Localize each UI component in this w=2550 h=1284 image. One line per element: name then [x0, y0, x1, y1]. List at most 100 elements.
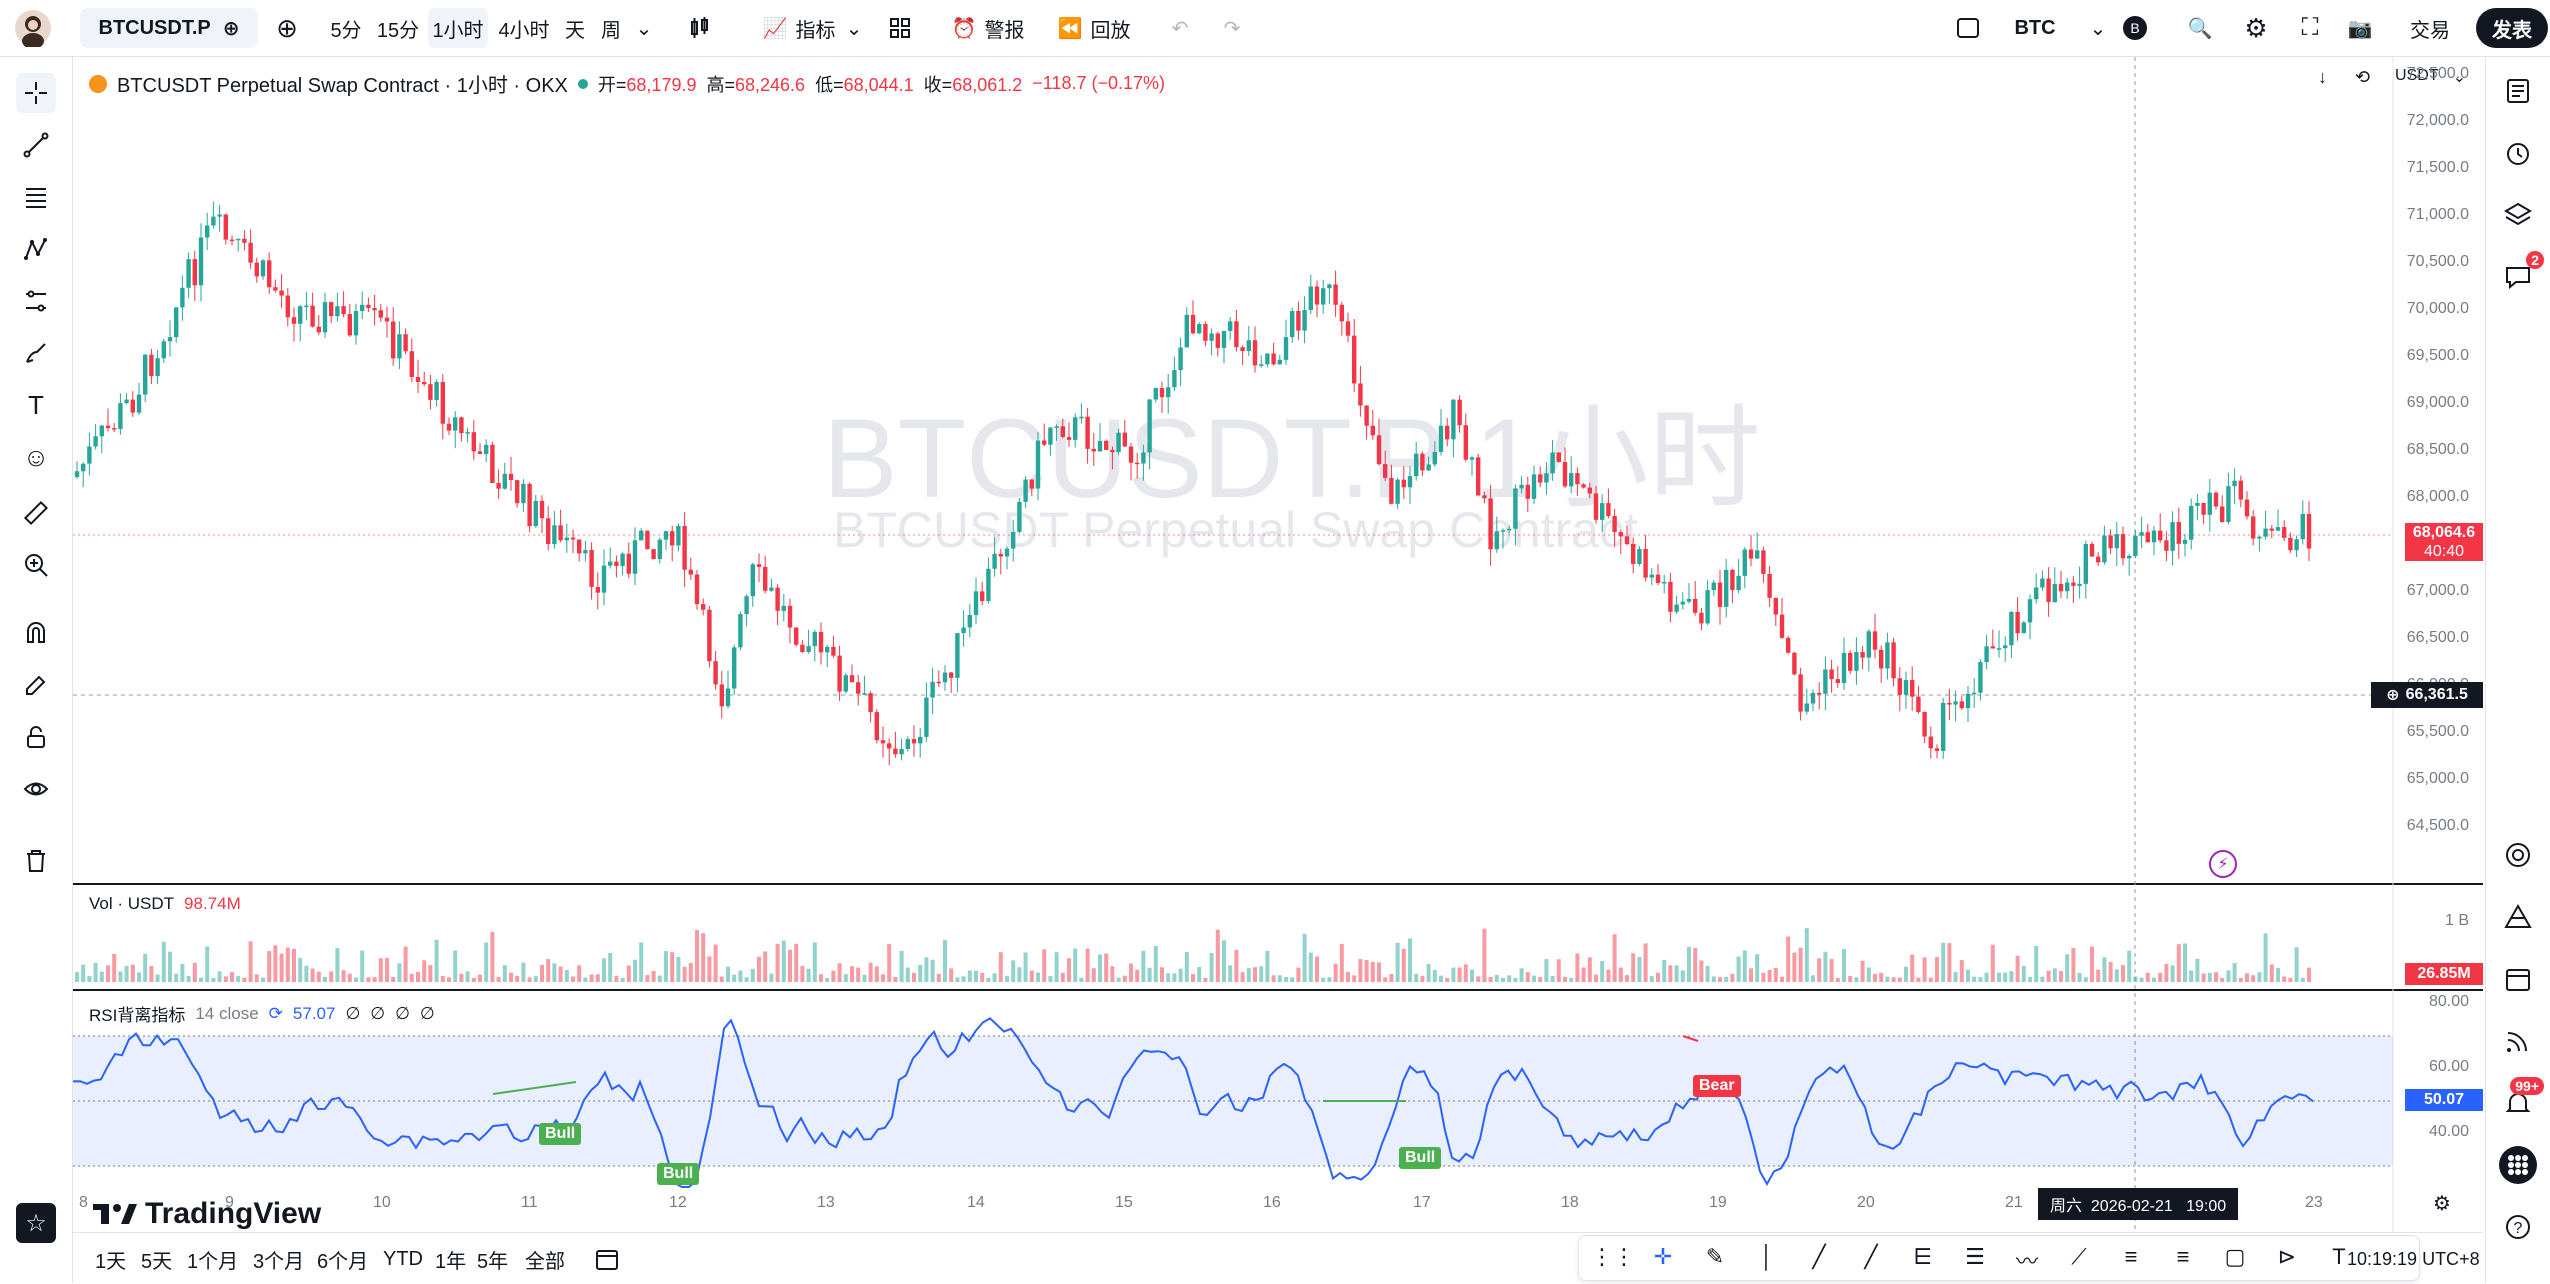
compare-icon[interactable]: ⊕ [223, 16, 240, 41]
layout-square-icon[interactable] [1950, 8, 1986, 48]
range-1d[interactable]: 1天 [95, 1243, 126, 1275]
range-ytd[interactable]: YTD [383, 1243, 423, 1275]
alerts-clock-icon[interactable] [2498, 133, 2538, 173]
parallel-channel-icon[interactable]: ≡ [2163, 1244, 2203, 1270]
currency-selector[interactable]: BTC [2010, 8, 2060, 48]
drag-handle-icon[interactable]: ⋮⋮ [1591, 1244, 1635, 1270]
chevron-down-icon[interactable]: ⌄ [630, 8, 658, 48]
trend-line-icon[interactable]: ╱ [1799, 1244, 1839, 1270]
range-3m[interactable]: 3个月 [253, 1243, 304, 1275]
undo-icon[interactable]: ↶ [1162, 8, 1198, 48]
zoom-in-icon[interactable] [16, 545, 56, 585]
rectangle-icon[interactable]: ▢ [2215, 1244, 2255, 1270]
range-6m[interactable]: 6个月 [317, 1243, 368, 1275]
download-icon[interactable]: ↓ [2318, 67, 2327, 88]
pencil-lock-icon[interactable] [16, 665, 56, 705]
symbol-search-button[interactable]: BTCUSDT.P ⊕ [80, 8, 258, 48]
user-avatar[interactable] [10, 8, 56, 48]
ruler-icon[interactable] [16, 493, 56, 533]
replay-button[interactable]: ⏪ 回放 [1052, 8, 1136, 48]
trash-icon[interactable] [16, 841, 56, 881]
brush-icon[interactable]: ✎ [1695, 1244, 1735, 1270]
pattern-icon[interactable] [16, 229, 56, 269]
fib-icon[interactable]: ☰ [1955, 1244, 1995, 1270]
help-icon[interactable]: ? [2498, 1207, 2538, 1247]
clock-label[interactable]: 10:19:19 UTC+8 [2347, 1243, 2480, 1275]
range-5d[interactable]: 5天 [141, 1243, 172, 1275]
range-1y[interactable]: 1年 [435, 1243, 466, 1275]
brush-icon[interactable] [16, 333, 56, 373]
chat-icon[interactable]: 2 [2498, 251, 2544, 297]
interval-1w[interactable]: 周 [594, 8, 628, 48]
trend-line-icon[interactable] [16, 125, 56, 165]
interval-5m[interactable]: 5分 [325, 8, 367, 48]
close-label: 收= [923, 74, 953, 95]
volume-bar [161, 941, 166, 982]
settings-gear-icon[interactable]: ⚙ [2236, 8, 2276, 48]
crosshair-icon[interactable] [16, 73, 56, 113]
watchlist-icon[interactable] [2498, 71, 2538, 111]
redo-icon[interactable]: ↷ [1214, 8, 1250, 48]
text-tool-icon[interactable]: T [16, 385, 56, 425]
interval-4h[interactable]: 4小时 [494, 8, 554, 48]
pyramid-icon[interactable] [2498, 897, 2538, 937]
interval-1h[interactable]: 1小时 [428, 8, 488, 48]
publish-button[interactable]: 发表 [2476, 8, 2548, 48]
chart-canvas[interactable]: BTCUSDT.P 1小时 BTCUSDT Perpetual Swap Con… [73, 57, 2483, 1232]
volume-legend[interactable]: Vol · USDT 98.74M [89, 894, 241, 914]
layers-icon[interactable] [2498, 195, 2538, 235]
volume-bar [1377, 962, 1381, 982]
rsi-legend[interactable]: RSI背离指标 14 close ⟳ 57.07 ∅ ∅ ∅ ∅ [89, 1001, 435, 1026]
chart-legend[interactable]: BTCUSDT Perpetual Swap Contract · 1小时 · … [89, 69, 1165, 98]
fib-retracement-icon[interactable] [16, 177, 56, 217]
alert-button[interactable]: ⏰ 警报 [946, 8, 1030, 48]
chevron-down-icon[interactable]: ⌄ [2086, 8, 2110, 48]
apps-grid-icon[interactable] [2498, 1145, 2538, 1185]
channel-icon[interactable]: ⟋ [2059, 1244, 2099, 1270]
lightning-icon[interactable]: ⚡ [2209, 850, 2237, 878]
ray-icon[interactable]: ╱ [1851, 1244, 1891, 1270]
sync-icon[interactable]: ⟲ [2355, 67, 2370, 88]
wave-icon[interactable]: 〰 [2007, 1244, 2047, 1276]
pitchfork-icon[interactable]: ⋿ [1903, 1244, 1943, 1270]
quick-search-icon[interactable]: 🔍 [2180, 8, 2220, 48]
calendar-icon[interactable] [2498, 959, 2538, 999]
play-icon[interactable]: ⊳ [2267, 1244, 2307, 1270]
volume-bar [639, 942, 644, 982]
favorites-star-icon[interactable]: ☆ [16, 1203, 56, 1243]
camera-icon[interactable]: 📷 [2340, 8, 2380, 48]
plus-circle-icon[interactable]: ⊕ [2386, 685, 2399, 705]
interval-1d[interactable]: 天 [560, 8, 590, 48]
rsi-axis-label: 60.00 [2428, 1058, 2469, 1075]
vertical-line-icon[interactable]: │ [1747, 1244, 1787, 1270]
range-1m[interactable]: 1个月 [187, 1243, 238, 1275]
magnet-icon[interactable] [16, 613, 56, 653]
eye-icon[interactable] [16, 769, 56, 809]
notifications-bell-icon[interactable]: 99+ [2498, 1077, 2544, 1123]
range-5y[interactable]: 5年 [477, 1243, 508, 1275]
candle-type-icon[interactable] [680, 8, 720, 48]
price-axis-label: 69,000.0 [2406, 394, 2469, 411]
refresh-icon[interactable]: ⟳ [269, 1004, 283, 1024]
forecast-icon[interactable] [16, 281, 56, 321]
trade-button[interactable]: 交易 [2400, 8, 2460, 48]
tradingview-logo[interactable]: TradingView [93, 1197, 321, 1231]
chart-area[interactable]: BTCUSDT.P 1小时 BTCUSDT Perpetual Swap Con… [73, 57, 2483, 1232]
fib-channel-icon[interactable]: ≡ [2111, 1244, 2151, 1270]
add-symbol-icon[interactable]: ⊕ [270, 8, 304, 48]
emoji-icon[interactable]: ☺ [16, 437, 56, 477]
layout-grid-icon[interactable] [880, 8, 920, 48]
go-to-date-icon[interactable] [595, 1243, 619, 1275]
fullscreen-icon[interactable]: ⛶ [2290, 8, 2330, 48]
lock-icon[interactable] [16, 717, 56, 757]
indicators-button[interactable]: 📈 指标 [744, 8, 854, 48]
axis-settings-gear-icon[interactable]: ⚙ [2433, 1191, 2451, 1216]
volume-bar [230, 972, 234, 982]
rss-feed-icon[interactable] [2498, 1021, 2538, 1061]
chevron-down-icon[interactable]: ⌄ [840, 8, 868, 48]
interval-15m[interactable]: 15分 [372, 8, 424, 48]
floating-drawing-toolbar[interactable]: ⋮⋮ ✛ ✎ │ ╱ ╱ ⋿ ☰ 〰 ⟋ ≡ ≡ ▢ ⊳ T [1578, 1235, 2420, 1281]
range-all[interactable]: 全部 [525, 1243, 565, 1275]
target-icon[interactable] [2498, 835, 2538, 875]
crosshair-icon[interactable]: ✛ [1643, 1244, 1683, 1270]
